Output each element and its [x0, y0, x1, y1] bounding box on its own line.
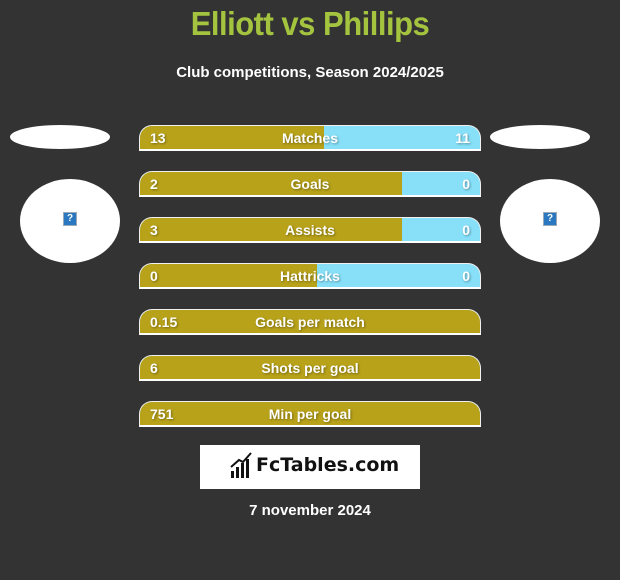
left-value: 3: [150, 222, 158, 238]
stat-label: Hattricks: [280, 268, 340, 284]
stat-label: Min per goal: [268, 406, 352, 422]
right-value: 0: [462, 176, 470, 192]
stat-row: Assists 3 0: [139, 217, 481, 243]
stat-row: Hattricks 0 0: [139, 263, 481, 289]
left-value: 0: [150, 268, 158, 284]
unknown-image-icon: ?: [63, 212, 77, 226]
stat-label: Shots per goal: [261, 360, 359, 376]
left-player-badge[interactable]: ?: [20, 179, 120, 263]
bar-chart-logo-icon: [230, 452, 252, 478]
page-subtitle: Club competitions, Season 2024/2025: [176, 64, 444, 81]
left-value: 751: [150, 406, 174, 422]
page-title: Elliott vs Phillips: [190, 4, 430, 43]
left-value: 2: [150, 176, 158, 192]
stat-row: Shots per goal 6: [139, 355, 481, 381]
left-player-name-oval: [10, 125, 110, 149]
stat-label: Goals per match: [255, 314, 365, 330]
stat-label: Goals: [290, 176, 330, 192]
stat-row: Min per goal 751: [139, 401, 481, 427]
right-value: 11: [455, 130, 470, 146]
stat-row: Goals 2 0: [139, 171, 481, 197]
right-value: 0: [462, 268, 470, 284]
right-player-badge[interactable]: ?: [500, 179, 600, 263]
logo-text: FcTables.com: [256, 454, 400, 476]
right-value: 0: [462, 222, 470, 238]
left-value: 0.15: [150, 314, 178, 330]
date-label: 7 november 2024: [249, 502, 371, 519]
stat-label: Assists: [285, 222, 335, 238]
fctables-logo[interactable]: FcTables.com: [200, 445, 420, 489]
unknown-image-icon: ?: [543, 212, 557, 226]
stat-row: Matches 13 11: [139, 125, 481, 151]
left-value: 13: [150, 130, 166, 146]
stat-row: Goals per match 0.15: [139, 309, 481, 335]
left-value: 6: [150, 360, 158, 376]
stat-label: Matches: [281, 130, 339, 146]
right-player-name-oval: [490, 125, 590, 149]
